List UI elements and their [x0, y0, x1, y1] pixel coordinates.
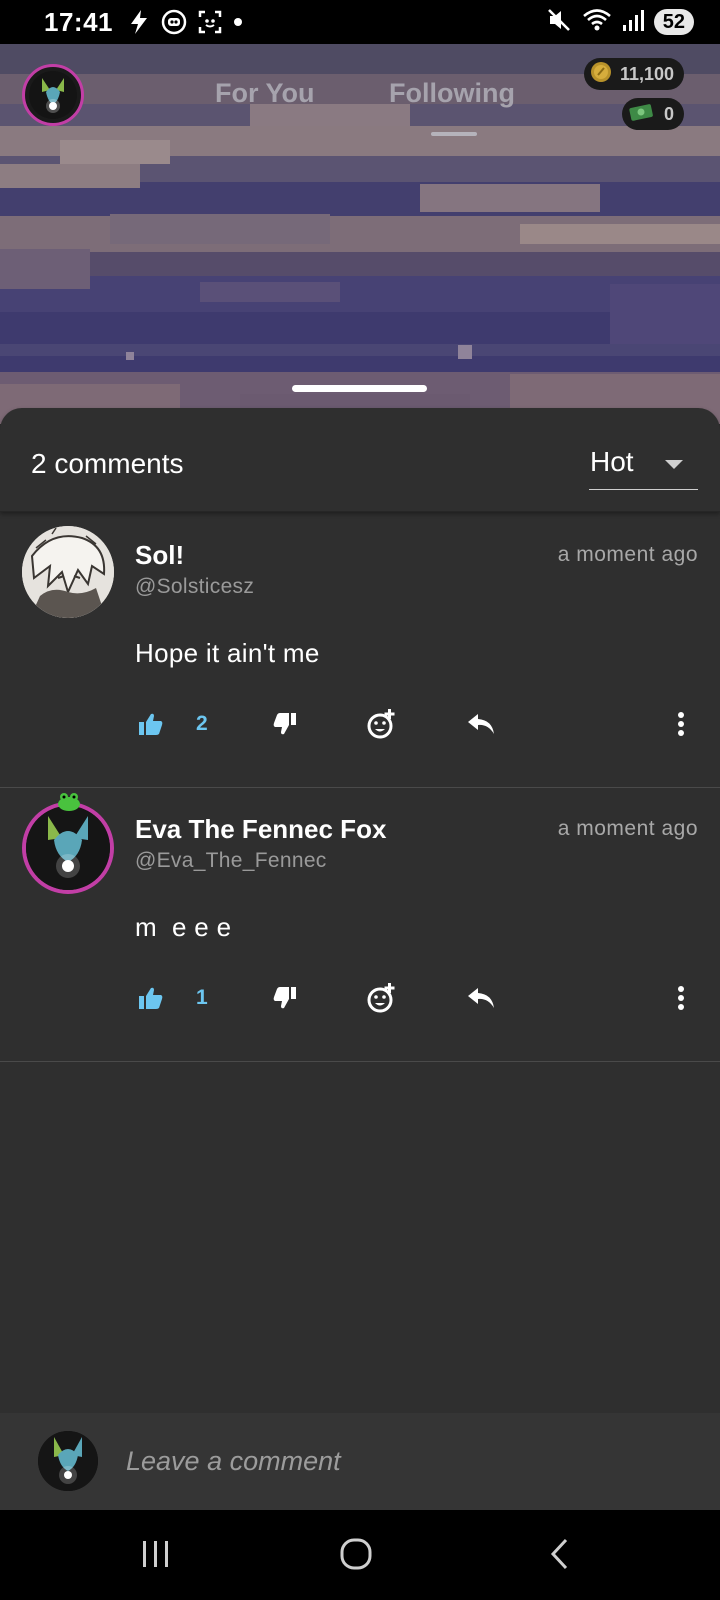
dislike-button[interactable]	[273, 986, 297, 1010]
comment-author-handle[interactable]: @Eva_The_Fennec	[135, 849, 327, 873]
add-emoji-icon	[367, 709, 395, 739]
comments-sheet: 2 comments Hot Sol! @Solsticesz a moment…	[0, 408, 720, 1510]
reply-button[interactable]	[466, 986, 496, 1010]
back-chevron-icon	[550, 1538, 568, 1570]
status-bar: 17:41 52	[0, 0, 720, 44]
fox-character-icon	[29, 71, 77, 119]
comment-author-handle[interactable]: @Solsticesz	[135, 575, 254, 599]
thumbs-down-icon	[273, 713, 296, 735]
thumbs-down-icon	[273, 987, 296, 1009]
sort-value: Hot	[590, 446, 634, 477]
profile-avatar[interactable]	[22, 64, 84, 126]
pixel-clouds	[0, 104, 720, 424]
thumbs-up-icon	[139, 713, 163, 735]
cash-icon	[628, 101, 656, 128]
lightning-icon	[127, 9, 151, 35]
reply-icon	[468, 988, 494, 1008]
like-count: 1	[196, 986, 208, 1009]
recent-apps-button[interactable]	[138, 1536, 174, 1572]
signal-icon	[622, 8, 644, 37]
mute-icon	[546, 7, 572, 38]
comment-input[interactable]	[126, 1433, 696, 1489]
thumbs-up-icon	[139, 987, 163, 1009]
reply-button[interactable]	[466, 712, 496, 736]
dot-icon	[233, 17, 243, 27]
sheet-grab-handle[interactable]	[292, 385, 427, 392]
cash-count: 0	[663, 103, 674, 124]
comment-author-name[interactable]: Sol!	[135, 540, 184, 571]
recent-apps-icon	[143, 1541, 168, 1567]
more-vertical-icon	[678, 986, 684, 1010]
more-options-button[interactable]	[676, 710, 686, 738]
more-options-button[interactable]	[676, 984, 686, 1012]
coin-count: 11,100	[619, 63, 674, 84]
comment-timestamp: a moment ago	[557, 817, 698, 840]
comment-text: m e e e	[135, 912, 232, 942]
sort-dropdown[interactable]: Hot	[589, 440, 698, 490]
comment-author-name[interactable]: Eva The Fennec Fox	[135, 814, 386, 845]
home-button[interactable]	[338, 1536, 374, 1572]
cash-balance[interactable]: 0	[621, 98, 684, 130]
wifi-icon	[582, 7, 612, 38]
anime-sketch-avatar-icon	[22, 526, 114, 618]
video-background[interactable]	[0, 44, 720, 424]
tab-for-you[interactable]: For You	[215, 78, 315, 109]
system-nav-bar	[0, 1510, 720, 1600]
fox-character-icon	[38, 1431, 98, 1491]
like-button[interactable]	[137, 710, 165, 738]
add-reaction-button[interactable]	[366, 982, 398, 1014]
add-emoji-icon	[367, 983, 395, 1013]
comment-item: Eva The Fennec Fox @Eva_The_Fennec a mom…	[0, 788, 720, 1062]
like-button[interactable]	[137, 984, 165, 1012]
comment-input-bar	[0, 1413, 720, 1510]
status-right-icons: 52	[546, 7, 694, 38]
like-count: 2	[196, 712, 208, 735]
avatar[interactable]	[22, 526, 114, 618]
add-reaction-button[interactable]	[366, 708, 398, 740]
frog-badge-icon	[56, 790, 82, 817]
dislike-button[interactable]	[273, 712, 297, 736]
home-icon	[340, 1538, 372, 1570]
comment-text: Hope it ain't me	[135, 638, 320, 668]
comment-item: Sol! @Solsticesz a moment ago Hope it ai…	[0, 512, 720, 788]
comment-timestamp: a moment ago	[557, 543, 698, 566]
tab-following[interactable]: Following	[389, 78, 515, 109]
screen-capture-icon	[197, 9, 223, 35]
my-avatar	[38, 1431, 98, 1491]
battery-indicator: 52	[653, 9, 694, 35]
reply-icon	[468, 714, 494, 734]
status-time: 17:41	[44, 6, 113, 37]
coin-balance[interactable]: 11,100	[583, 58, 684, 90]
active-tab-indicator	[431, 132, 477, 136]
more-vertical-icon	[678, 712, 684, 736]
comments-header: 2 comments Hot	[0, 408, 720, 512]
chevron-down-icon	[665, 460, 683, 469]
bixby-icon	[161, 9, 187, 35]
comment-count: 2 comments	[31, 448, 184, 479]
back-button[interactable]	[544, 1536, 574, 1572]
fox-character-icon	[26, 806, 110, 890]
status-left-icons	[127, 9, 243, 35]
coin-icon	[590, 61, 612, 88]
